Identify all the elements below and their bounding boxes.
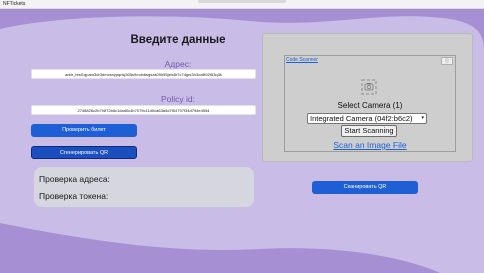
address-input[interactable]: addr_test1qpam3dr3dmxsnypqnkj305s9mdx6sg… [31,69,256,79]
token-check-status: Проверка токена: [39,191,109,201]
select-camera-label: Select Camera (1) [337,101,403,110]
start-scanning-button[interactable]: Start Scanning [341,125,397,137]
check-ticket-button[interactable]: Проверить билет [31,124,137,137]
scan-qr-button[interactable]: Сканировать QR [312,181,418,194]
window-titlebar: NFTickets [0,0,484,9]
window-title: NFTickets [3,1,26,7]
policy-id-label: Policy id: [160,94,195,104]
address-check-status: Проверка адреса: [39,174,110,184]
scan-image-file-link[interactable]: Scan an Image File [290,140,450,150]
status-card: Проверка адреса: Проверка токена: [34,167,254,207]
chevron-down-icon: ▾ [421,115,424,121]
camera-select[interactable]: Integrated Camera (04f2:b6c2) ▾ [307,113,427,124]
camera-select-value: Integrated Camera (04f2:b6c2) [310,114,413,123]
policy-id-input[interactable]: 2748826c2b7f4f72b6c1dad0c4b7079c11d0ca63… [31,105,256,115]
camera-icon [361,79,377,95]
code-scanner-link[interactable]: Code Scanner [286,57,318,63]
generate-qr-button[interactable]: Сгенерировать QR [31,146,137,159]
window-drag-handle[interactable] [198,0,286,3]
info-button[interactable]: ⓘ [441,57,453,65]
form-heading: Введите данные [130,34,226,46]
address-label: Адрес: [164,59,192,69]
